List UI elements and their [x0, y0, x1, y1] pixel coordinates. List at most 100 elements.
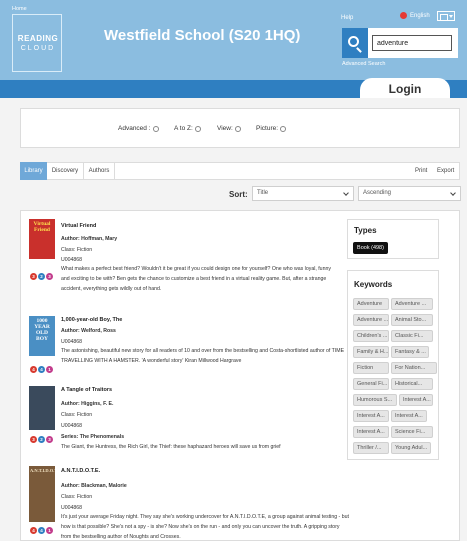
advanced-radio[interactable]: [152, 125, 159, 132]
search-icon: [347, 35, 359, 47]
result-author[interactable]: Author: Welford, Ross: [61, 328, 116, 334]
keyword-chip[interactable]: Humorous S...: [353, 394, 397, 406]
badge: 3: [46, 436, 53, 443]
print-link[interactable]: Print: [415, 168, 427, 174]
keyword-chip[interactable]: Interest A...: [353, 410, 389, 422]
badge: 2: [38, 273, 45, 280]
export-link[interactable]: Export: [437, 168, 454, 174]
cover-title: Virtual Friend: [33, 221, 51, 233]
result-author[interactable]: Author: Blackman, Malorie: [61, 483, 127, 489]
keyword-chip[interactable]: Adventure ...: [391, 298, 433, 310]
badge: 3: [30, 273, 37, 280]
badge: 3: [30, 436, 37, 443]
book-cover[interactable]: A.N.T.I.D.O.T.E.: [29, 466, 55, 522]
keyword-chip[interactable]: Interest A...: [399, 394, 433, 406]
types-title: Types: [354, 226, 377, 235]
sort-field-value: Title: [257, 190, 269, 196]
keyword-chip[interactable]: Interest A...: [353, 426, 389, 438]
book-cover[interactable]: Virtual Friend: [29, 219, 55, 259]
tab-authors[interactable]: Authors: [84, 162, 115, 180]
menu-dropdown-icon[interactable]: [437, 11, 455, 21]
keyword-chip[interactable]: Children's ...: [353, 330, 389, 342]
cover-title: 1000 YEAR OLD BOY: [34, 318, 50, 342]
nav-home-link[interactable]: Home: [12, 6, 27, 12]
filter-view-label: View:: [217, 125, 233, 132]
atoz-radio[interactable]: [194, 125, 201, 132]
book-cover[interactable]: 1000 YEAR OLD BOY: [29, 316, 55, 356]
sort-order-select[interactable]: Ascending: [358, 186, 461, 201]
search-button[interactable]: [342, 28, 368, 58]
picture-radio[interactable]: [280, 125, 287, 132]
sort-label: Sort:: [229, 190, 248, 199]
keyword-chip[interactable]: Interest A...: [391, 410, 427, 422]
sort-order-value: Ascending: [363, 190, 392, 196]
help-link[interactable]: Help: [341, 15, 353, 21]
badge: 1: [46, 366, 53, 373]
chevron-down-icon: [343, 190, 349, 196]
filter-advanced[interactable]: Advanced :: [118, 125, 159, 132]
school-title: Westfield School (S20 1HQ): [104, 27, 301, 44]
filter-advanced-label: Advanced :: [118, 125, 151, 132]
keyword-chip[interactable]: Adventure ...: [353, 314, 389, 326]
view-radio[interactable]: [234, 125, 241, 132]
language-selector[interactable]: English: [400, 12, 430, 19]
badge: 4: [30, 527, 37, 534]
language-label: English: [410, 12, 430, 19]
tab-library[interactable]: Library: [20, 162, 47, 180]
login-button[interactable]: Login: [360, 78, 450, 98]
result-title[interactable]: 1,000-year-old Boy, The: [61, 317, 122, 323]
filter-view[interactable]: View:: [217, 125, 241, 132]
book-cover[interactable]: [29, 386, 55, 430]
keyword-chip[interactable]: Fantasy & ...: [391, 346, 429, 358]
result-class: Class: Fiction: [61, 412, 93, 418]
keyword-chip[interactable]: Adventure: [353, 298, 389, 310]
sort-field-select[interactable]: Title: [252, 186, 354, 201]
result-title[interactable]: A Tangle of Traitors: [61, 387, 112, 393]
search-input[interactable]: [372, 35, 452, 51]
badge: 1: [46, 527, 53, 534]
badge: 2: [38, 436, 45, 443]
result-class: Class: Fiction: [61, 247, 93, 253]
result-description: What makes a perfect best friend? Wouldn…: [61, 266, 331, 292]
result-title[interactable]: A.N.T.I.D.O.T.E.: [61, 468, 100, 474]
result-id: U004868: [61, 257, 83, 263]
keyword-chip[interactable]: General Fi...: [353, 378, 389, 390]
keyword-chip[interactable]: Classic Fi...: [391, 330, 433, 342]
result-description: It's just your average Friday night. The…: [61, 514, 349, 540]
keywords-title: Keywords: [354, 280, 393, 289]
filter-picture[interactable]: Picture:: [256, 125, 287, 132]
filter-atoz-label: A to Z:: [174, 125, 193, 132]
badge: 4: [38, 527, 45, 534]
reading-cloud-logo[interactable]: READING CLOUD: [12, 14, 62, 72]
badge: 4: [30, 366, 37, 373]
result-id: U004868: [61, 423, 83, 429]
filter-atoz[interactable]: A to Z:: [174, 125, 201, 132]
keyword-chip[interactable]: Fiction: [353, 362, 389, 374]
result-description: The Giant, the Huntress, the Rich Girl, …: [61, 444, 281, 450]
tab-discovery[interactable]: Discovery: [47, 162, 84, 180]
keyword-chip[interactable]: Animal Sto...: [391, 314, 433, 326]
result-series[interactable]: Series: The Phenomenals: [61, 434, 124, 440]
reading-level-badges: 3 2 3: [30, 436, 53, 443]
language-globe-icon: [400, 12, 407, 19]
result-title[interactable]: Virtual Friend: [61, 223, 96, 229]
advanced-search-link[interactable]: Advanced Search: [342, 61, 385, 67]
logo-text-2: CLOUD: [20, 45, 56, 52]
badge: 4: [38, 366, 45, 373]
keyword-chip[interactable]: Thriller /...: [353, 442, 389, 454]
keyword-chip[interactable]: For Nation...: [391, 362, 437, 374]
keyword-chip[interactable]: Family & H...: [353, 346, 389, 358]
result-id: U004868: [61, 505, 83, 511]
keyword-chip[interactable]: Science Fi...: [391, 426, 433, 438]
result-class: Class: Fiction: [61, 494, 93, 500]
cover-title: A.N.T.I.D.O.T.E.: [30, 468, 55, 473]
result-author[interactable]: Author: Higgins, F. E.: [61, 401, 113, 407]
badge: 3: [46, 273, 53, 280]
reading-level-badges: 4 4 1: [30, 527, 53, 534]
result-id: U004868: [61, 339, 83, 345]
result-description: The astonishing, beautiful new story for…: [61, 348, 345, 364]
keyword-chip[interactable]: Young Adul...: [391, 442, 431, 454]
type-filter-book[interactable]: Book (498): [353, 242, 388, 254]
keyword-chip[interactable]: Historical...: [391, 378, 433, 390]
result-author[interactable]: Author: Hoffman, Mary: [61, 236, 117, 242]
